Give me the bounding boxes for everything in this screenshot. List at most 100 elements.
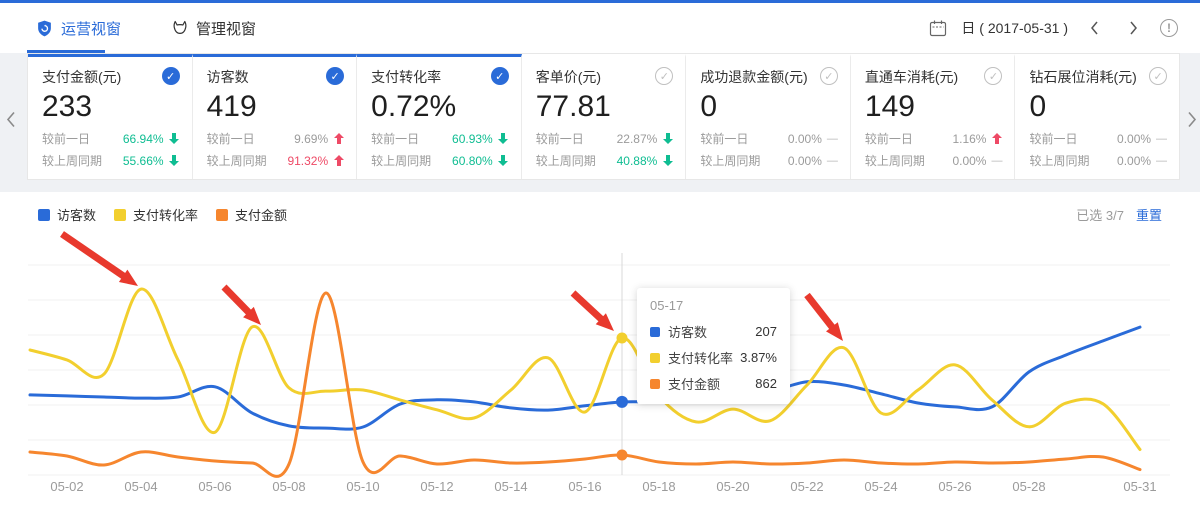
metric-check-icon[interactable]: ✓	[326, 67, 344, 85]
tooltip-row: 支付转化率3.87%	[650, 348, 777, 367]
metric-compare-row: 较上周同期 55.66%	[42, 152, 180, 169]
compare-label: 较上周同期	[700, 152, 760, 169]
line-chart[interactable]: 05-0205-0405-0605-0805-1005-1205-1405-16…	[0, 223, 1200, 523]
compare-value: 0.00%	[788, 154, 822, 168]
metric-compare-row: 较前一日 9.69%	[207, 130, 345, 147]
x-axis-label: 05-12	[420, 479, 453, 494]
legend-swatch-icon	[38, 209, 50, 221]
chevron-left-icon	[1090, 21, 1099, 35]
cards-scroll-right-icon[interactable]	[1187, 111, 1197, 128]
metric-card-5[interactable]: 成功退款金额(元)✓0较前一日0.00%—较上周同期0.00%—	[686, 54, 851, 179]
chart-area: 05-0205-0405-0605-0805-1005-1205-1405-16…	[0, 223, 1200, 523]
legend-label: 访客数	[57, 205, 96, 224]
compare-value: 0.00%	[788, 132, 822, 146]
trend-down-arrow-icon	[169, 133, 179, 144]
x-axis-label: 05-02	[50, 479, 83, 494]
cards-scroll-left-icon[interactable]	[6, 111, 16, 128]
metric-card-7[interactable]: 钻石展位消耗(元)✓0较前一日0.00%—较上周同期0.00%—	[1015, 54, 1179, 179]
metric-compare-row: 较上周同期0.00%—	[865, 152, 1003, 169]
metric-check-icon[interactable]: ✓	[491, 67, 509, 85]
metric-compare-row: 较前一日66.94%	[42, 130, 180, 147]
metric-check-icon[interactable]: ✓	[162, 67, 180, 85]
trend-down-arrow-icon	[663, 155, 673, 166]
tooltip-date: 05-17	[650, 298, 777, 313]
legend-item-1[interactable]: 访客数	[38, 205, 96, 224]
compare-value: 40.88%	[617, 154, 658, 168]
date-next-button[interactable]	[1121, 17, 1146, 39]
trend-flat-icon: —	[991, 155, 1002, 167]
management-bull-icon	[172, 20, 188, 36]
tooltip-series-name: 访客数	[668, 322, 707, 341]
metric-card-title: 支付金额(元)	[42, 67, 121, 87]
tooltip-series-name: 支付金额	[668, 374, 720, 393]
metric-compare-row: 较前一日1.16%	[865, 130, 1003, 147]
compare-value: 9.69%	[294, 132, 328, 146]
tab-operations[interactable]: 运营视窗	[27, 3, 131, 53]
tab-management[interactable]: 管理视窗	[163, 3, 266, 53]
compare-label: 较上周同期	[42, 152, 102, 169]
metric-card-title: 支付转化率	[371, 67, 441, 87]
trend-up-arrow-icon	[334, 133, 344, 144]
metric-card-1[interactable]: 支付金额(元)✓233较前一日66.94%较上周同期55.66%	[28, 54, 193, 179]
x-axis-label: 05-14	[494, 479, 527, 494]
legend-item-2[interactable]: 支付转化率	[114, 205, 198, 224]
reset-link[interactable]: 重置	[1136, 205, 1162, 224]
compare-label: 较前一日	[1029, 130, 1077, 147]
metric-compare-row: 较上周同期0.00%—	[700, 152, 838, 169]
trend-flat-icon: —	[1156, 155, 1167, 167]
legend-item-3[interactable]: 支付金额	[216, 205, 287, 224]
info-icon[interactable]: !	[1160, 19, 1178, 37]
metric-check-icon[interactable]: ✓	[655, 67, 673, 85]
tooltip-series-value: 862	[755, 376, 777, 391]
metric-card-3[interactable]: 支付转化率✓0.72%较前一日60.93%较上周同期60.80%	[357, 54, 522, 179]
date-prev-button[interactable]	[1082, 17, 1107, 39]
trend-flat-icon: —	[1156, 133, 1167, 145]
trend-up-arrow-icon	[334, 155, 344, 166]
calendar-icon[interactable]	[929, 20, 947, 37]
tooltip-swatch-icon	[650, 379, 660, 389]
compare-label: 较前一日	[207, 130, 255, 147]
metric-card-title: 访客数	[207, 67, 249, 87]
compare-value: 1.16%	[952, 132, 986, 146]
annotation-arrow-shaft	[573, 293, 604, 321]
metric-check-icon[interactable]: ✓	[984, 67, 1002, 85]
tab-operations-label: 运营视窗	[61, 18, 121, 39]
metric-card-value: 419	[207, 89, 345, 125]
trend-down-arrow-icon	[498, 155, 508, 166]
metric-check-icon[interactable]: ✓	[1149, 67, 1167, 85]
metric-card-value: 149	[865, 89, 1003, 125]
chevron-right-icon	[1129, 21, 1138, 35]
compare-value: 66.94%	[123, 132, 164, 146]
legend-swatch-icon	[216, 209, 228, 221]
metric-compare-row: 较前一日22.87%	[536, 130, 674, 147]
compare-value: 55.66%	[123, 154, 164, 168]
metric-card-4[interactable]: 客单价(元)✓77.81较前一日22.87%较上周同期40.88%	[522, 54, 687, 179]
conversion-hover-dot	[617, 333, 628, 344]
x-axis-label: 05-04	[124, 479, 157, 494]
x-axis-label: 05-28	[1012, 479, 1045, 494]
x-axis-label: 05-22	[790, 479, 823, 494]
legend-items: 访客数支付转化率支付金额	[38, 205, 287, 224]
metric-card-value: 0	[1029, 89, 1167, 125]
date-label[interactable]: 日 ( 2017-05-31 )	[961, 18, 1068, 38]
legend-swatch-icon	[114, 209, 126, 221]
compare-label: 较前一日	[536, 130, 584, 147]
annotation-arrow-shaft	[224, 287, 251, 315]
metric-check-icon[interactable]: ✓	[820, 67, 838, 85]
metric-card-value: 0.72%	[371, 89, 509, 125]
metric-card-title: 直通车消耗(元)	[865, 67, 958, 87]
metric-compare-row: 较上周同期91.32%	[207, 152, 345, 169]
compare-value: 0.00%	[1117, 154, 1151, 168]
chart-tooltip: 05-17 访客数207支付转化率3.87%支付金额862	[637, 288, 790, 404]
tooltip-series-value: 3.87%	[740, 350, 777, 365]
legend-row: 访客数支付转化率支付金额 已选 3/7 重置	[0, 192, 1200, 224]
metric-card-value: 0	[700, 89, 838, 125]
compare-value: 0.00%	[1117, 132, 1151, 146]
compare-label: 较前一日	[371, 130, 419, 147]
metric-card-6[interactable]: 直通车消耗(元) ✓ 149 较前一日1.16% 较上周同期0.00%—	[851, 54, 1016, 179]
series-line-payment-amount	[30, 293, 1140, 476]
x-axis-label: 05-31	[1123, 479, 1156, 494]
compare-value: 91.32%	[287, 154, 328, 168]
metric-compare-row: 较上周同期40.88%	[536, 152, 674, 169]
metric-card-2[interactable]: 访客数 ✓ 419 较前一日 9.69% 较上周同期91.32%	[193, 54, 358, 179]
